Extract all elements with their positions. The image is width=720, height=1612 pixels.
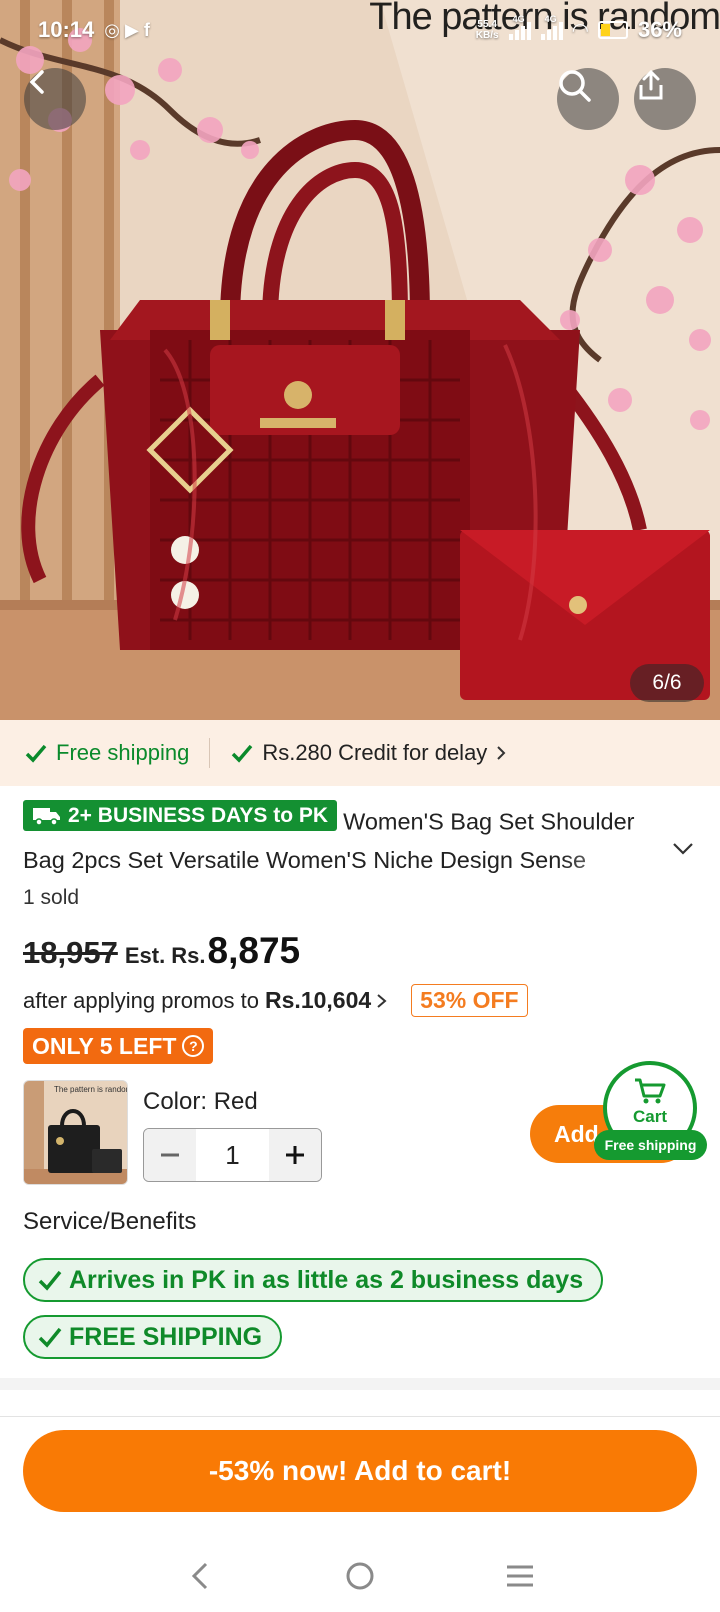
share-button[interactable] (634, 68, 696, 130)
wifi-icon: ◠ (572, 19, 588, 42)
increase-quantity-button[interactable] (269, 1129, 321, 1181)
check-icon (38, 1270, 62, 1291)
credit-delay-link[interactable]: Rs.280 Credit for delay (230, 740, 507, 766)
shipping-strip: Free shipping Rs.280 Credit for delay (0, 720, 720, 786)
minus-icon (161, 1153, 179, 1157)
search-button[interactable] (557, 68, 619, 130)
business-days-label: 2+ BUSINESS DAYS to PK (68, 803, 329, 827)
nav-back-button[interactable] (170, 1546, 230, 1606)
share-icon (639, 69, 663, 100)
signal-1-icon: 4G (508, 14, 531, 40)
business-days-badge: 2+ BUSINESS DAYS to PK (23, 800, 338, 831)
benefit-pill-arrival: Arrives in PK in as little as 2 business… (23, 1258, 604, 1302)
quantity-stepper: 1 (143, 1128, 322, 1182)
benefit-free-shipping-label: FREE SHIPPING (69, 1322, 263, 1351)
check-icon (25, 744, 47, 763)
network-speed-value: 55.4 (477, 19, 497, 30)
status-bar: 10:14 ◎ ▶ f 55.4 KB/s 4G 4G ◠ 36% (0, 0, 720, 60)
title-fade (560, 838, 660, 874)
network-type-1: 4G (512, 14, 525, 24)
check-icon (38, 1327, 62, 1348)
chevron-left-icon (29, 70, 44, 94)
current-price: 8,875 (207, 930, 301, 971)
signal-2-icon: 4G (540, 14, 563, 40)
decrease-quantity-button[interactable] (144, 1129, 196, 1181)
status-right: 55.4 KB/s 4G 4G ◠ 36% (476, 14, 682, 43)
stock-badge[interactable]: ONLY 5 LEFT ? (23, 1028, 214, 1064)
back-icon (191, 1562, 208, 1590)
original-price: 18,957 (23, 935, 118, 970)
system-nav-bar (0, 1540, 720, 1612)
network-type-2: 4G (544, 14, 557, 24)
quantity-value[interactable]: 1 (196, 1140, 269, 1171)
notification-icons: ◎ ▶ f (104, 19, 150, 40)
battery-icon (597, 21, 628, 39)
expand-title-button[interactable] (672, 842, 694, 861)
status-left: 10:14 ◎ ▶ f (38, 17, 150, 43)
promo-prefix: after applying promos to (23, 987, 260, 1013)
benefit-pill-free-shipping: FREE SHIPPING (23, 1315, 283, 1359)
chevron-right-icon (497, 746, 506, 760)
benefit-arrival-label: Arrives in PK in as little as 2 business… (69, 1265, 584, 1294)
menu-icon (507, 1565, 533, 1587)
home-icon (346, 1562, 374, 1590)
cart-label: Cart (632, 1107, 667, 1126)
search-icon (559, 70, 591, 102)
network-speed-unit: KB/s (475, 30, 499, 41)
bottom-divider (0, 1416, 720, 1417)
strip-divider (209, 738, 211, 768)
chevron-right-icon (377, 993, 387, 1008)
chevron-down-icon (673, 843, 693, 855)
color-label: Color: Red (143, 1088, 258, 1115)
free-shipping-label: Free shipping (56, 740, 190, 765)
delivery-truck-icon (33, 807, 60, 826)
add-to-cart-button[interactable]: -53% now! Add to cart! (23, 1430, 697, 1512)
price-row: 18,957 Est. Rs. 8,875 (23, 930, 300, 972)
plus-icon (286, 1146, 304, 1164)
network-speed: 55.4 KB/s (476, 19, 499, 41)
check-icon (232, 744, 253, 763)
discount-badge: 53% OFF (411, 984, 528, 1017)
nav-menu-button[interactable] (490, 1546, 550, 1606)
est-label: Est. Rs. (124, 943, 206, 968)
variant-thumbnail[interactable]: The pattern is random (23, 1080, 128, 1185)
stock-label: ONLY 5 LEFT (32, 1032, 177, 1059)
add-button-label: Add (554, 1120, 599, 1147)
battery-percent: 36% (637, 17, 682, 42)
nav-home-button[interactable] (330, 1546, 390, 1606)
thumb-watermark: The pattern is random (54, 1085, 128, 1094)
cart-icon (635, 1078, 666, 1104)
section-divider (0, 1378, 720, 1390)
product-image[interactable]: The pattern is random 10:14 ◎ ▶ f 55.4 K… (0, 0, 720, 720)
promo-price: Rs.10,604 (265, 987, 372, 1013)
free-shipping-item: Free shipping (24, 740, 189, 766)
image-counter: 6/6 (630, 664, 704, 702)
back-button[interactable] (24, 68, 86, 130)
product-page: { "status_bar": { "time": "10:14", "netw… (0, 0, 720, 1612)
promo-row[interactable]: after applying promos to Rs.10,604 53% O… (23, 984, 528, 1017)
question-icon: ? (182, 1035, 205, 1057)
black-handbag-thumbnail (24, 1081, 127, 1184)
service-title: Service/Benefits (23, 1208, 197, 1235)
sold-count: 1 sold (23, 886, 80, 909)
cart-free-shipping-badge: Free shipping (594, 1130, 707, 1160)
status-time: 10:14 (38, 17, 95, 42)
credit-delay-label: Rs.280 Credit for delay (262, 740, 488, 765)
